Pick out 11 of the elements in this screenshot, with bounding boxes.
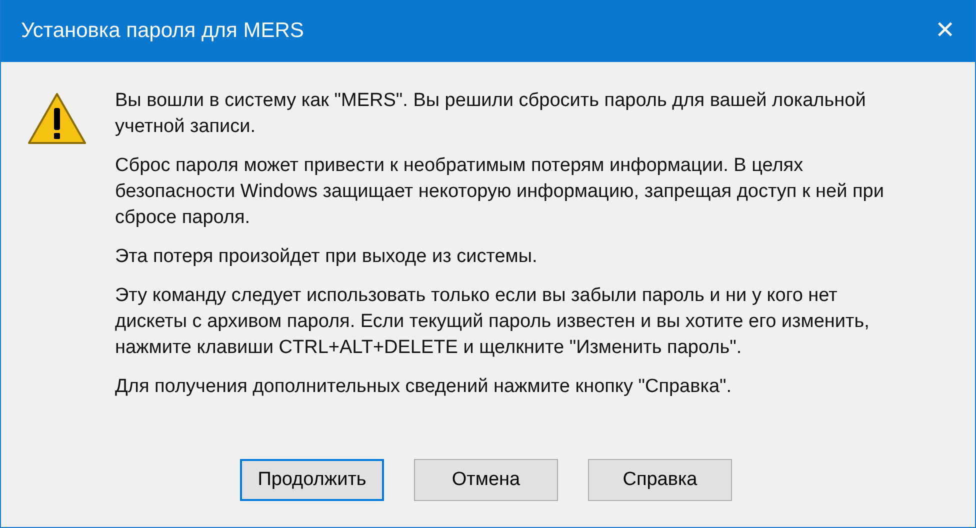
window-title: Установка пароля для MERS xyxy=(21,18,304,44)
message-text: Эту команду следует использовать только если вы забыли пароль и ни у кого нет дискеты с архивом пароля. Если текущий пароль известен и вы хотите его изменить, нажмите клавиши CTRL+ALT+DELETE и щелкните "Изменить пароль". xyxy=(115,284,870,360)
dialog-button[interactable]: Продолжить xyxy=(240,459,384,501)
message-text: Сброс пароля может привести к необратимым потерям информации. В целях безопасности Windows защищает некоторую информацию, запрещая доступ к ней при сбросе пароля. xyxy=(115,154,885,230)
dialog-button[interactable]: Отмена xyxy=(414,459,558,501)
message-text: Эта потеря произойдет при выходе из системы. xyxy=(115,245,538,269)
dialog-button[interactable]: Справка xyxy=(588,459,732,501)
close-button[interactable]: ✕ xyxy=(915,1,975,61)
warning-icon xyxy=(27,92,87,146)
message-text: Вы вошли в систему как "MERS". Вы решили сбросить пароль для вашей локальной учетной записи. xyxy=(115,89,867,139)
message-text: Для получения дополнительных сведений нажмите кнопку "Справка". xyxy=(115,375,733,399)
